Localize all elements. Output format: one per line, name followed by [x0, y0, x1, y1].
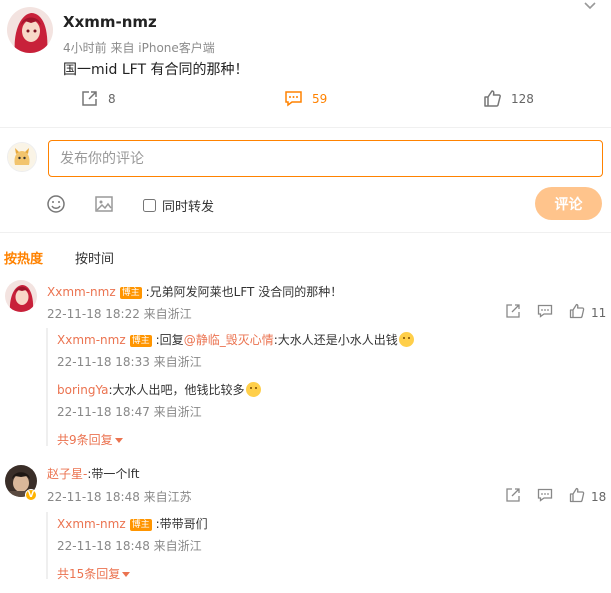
- thinking-emoji-icon: [398, 332, 414, 347]
- reply-username[interactable]: Xxmm-nmz: [57, 333, 126, 347]
- caret-down-icon: [114, 438, 123, 443]
- like-count: 18: [591, 489, 607, 504]
- comment-icon[interactable]: [537, 303, 553, 322]
- reply-username[interactable]: Xxmm-nmz: [57, 517, 126, 531]
- like-count: 128: [511, 91, 534, 106]
- reply-thread-bar: [46, 328, 48, 446]
- like-count: 11: [591, 305, 607, 320]
- comment-line: Xxmm-nmz 博主:兄弟阿发阿莱也LFT 没合同的那种！: [47, 283, 342, 300]
- comment-input[interactable]: [49, 141, 602, 176]
- comment-button[interactable]: 59: [284, 89, 327, 108]
- more-replies-link[interactable]: 共15条回复: [57, 565, 131, 582]
- reply-line: Xxmm-nmz 博主:带带哥们: [57, 515, 208, 532]
- reply-time: 22-11-18 18:33 来自浙江: [57, 355, 202, 369]
- thumbs-up-icon: [484, 90, 501, 107]
- more-replies-link[interactable]: 共9条回复: [57, 431, 123, 448]
- reply-text: :大水人还是小水人出钱: [273, 333, 398, 347]
- verified-badge-icon: V: [25, 489, 37, 501]
- avatar[interactable]: [5, 280, 37, 312]
- post-username[interactable]: Xxmm-nmz: [63, 13, 157, 31]
- post-text: 国一mid LFT 有合同的那种！: [63, 62, 249, 78]
- comment-username[interactable]: 赵子星-: [47, 467, 87, 481]
- thumbs-up-icon[interactable]: [569, 487, 585, 506]
- reply-username[interactable]: boringYa: [57, 383, 108, 397]
- caret-down-icon: [122, 572, 131, 577]
- reply-line: Xxmm-nmz 博主:回复@静临_毁灭心情:大水人还是小水人出钱: [57, 331, 414, 348]
- chevron-down-icon[interactable]: [583, 0, 597, 14]
- repost-icon: [82, 91, 97, 106]
- comment-text: :兄弟阿发阿莱也LFT 没合同的那种！: [145, 285, 343, 299]
- submit-comment-button[interactable]: 评论: [535, 187, 602, 220]
- emoji-picker-icon[interactable]: [46, 194, 66, 218]
- comment-icon: [285, 91, 302, 107]
- like-button[interactable]: 128: [483, 89, 534, 108]
- divider: [0, 127, 611, 128]
- reply-line: boringYa:大水人出吧，他钱比较多: [57, 381, 261, 398]
- comment-actions: 18: [505, 487, 606, 506]
- author-badge: 博主: [129, 335, 152, 347]
- image-upload-icon[interactable]: [94, 194, 114, 218]
- share-icon[interactable]: [505, 303, 521, 322]
- thumbs-up-icon[interactable]: [569, 303, 585, 322]
- share-icon[interactable]: [505, 487, 521, 506]
- author-badge: 博主: [129, 519, 152, 531]
- repost-checkbox-label: 同时转发: [162, 200, 215, 215]
- comment-count: 59: [312, 91, 328, 106]
- post-author-avatar[interactable]: [7, 7, 53, 53]
- tab-sort-time[interactable]: 按时间: [75, 248, 114, 267]
- comment-text: :带一个lft: [87, 467, 140, 481]
- smile-emoji-icon: [245, 382, 261, 397]
- repost-checkbox[interactable]: 同时转发: [143, 196, 214, 215]
- reply-text: :带带哥们: [155, 517, 208, 531]
- post-meta: 4小时前 来自 iPhone客户端: [63, 41, 215, 55]
- repost-count: 8: [108, 91, 116, 106]
- comment-input-box[interactable]: [48, 140, 603, 177]
- repost-checkbox-input[interactable]: [143, 199, 156, 212]
- mention-link[interactable]: @静临_毁灭心情: [184, 333, 274, 347]
- author-badge: 博主: [119, 287, 142, 299]
- more-replies-label: 共9条回复: [57, 433, 113, 447]
- reply-prefix: :回复: [155, 333, 184, 347]
- repost-button[interactable]: 8: [80, 89, 116, 108]
- comment-time: 22-11-18 18:48 来自江苏: [47, 490, 192, 504]
- reply-time: 22-11-18 18:48 来自浙江: [57, 539, 202, 553]
- divider: [0, 232, 611, 233]
- reply-text: :大水人出吧，他钱比较多: [108, 383, 245, 397]
- comment-time: 22-11-18 18:22 来自浙江: [47, 307, 192, 321]
- comment-line: 赵子星-:带一个lft: [47, 465, 139, 482]
- comment-username[interactable]: Xxmm-nmz: [47, 285, 116, 299]
- reply-thread-bar: [46, 512, 48, 579]
- comment-actions: 11: [505, 303, 606, 322]
- comment-icon[interactable]: [537, 487, 553, 506]
- tab-sort-hot[interactable]: 按热度: [4, 248, 43, 267]
- more-replies-label: 共15条回复: [57, 567, 121, 581]
- reply-time: 22-11-18 18:47 来自浙江: [57, 405, 202, 419]
- current-user-avatar: [7, 142, 37, 172]
